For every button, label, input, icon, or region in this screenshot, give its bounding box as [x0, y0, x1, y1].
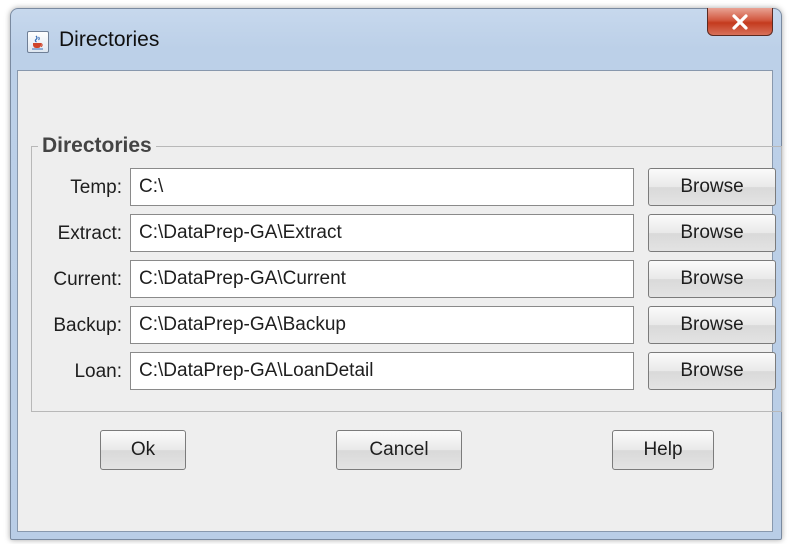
help-button[interactable]: Help: [612, 430, 714, 470]
loan-path-field[interactable]: [130, 352, 634, 390]
backup-path-field[interactable]: [130, 306, 634, 344]
current-browse-button[interactable]: Browse: [648, 260, 776, 298]
window-title: Directories: [59, 28, 160, 51]
title-bar[interactable]: Directories: [11, 9, 781, 71]
temp-browse-button[interactable]: Browse: [648, 168, 776, 206]
backup-label: Backup:: [53, 315, 122, 336]
loan-label: Loan:: [74, 361, 122, 382]
current-label: Current:: [53, 269, 122, 290]
close-icon: [732, 13, 748, 30]
extract-label: Extract:: [57, 223, 122, 244]
cancel-button[interactable]: Cancel: [336, 430, 462, 470]
temp-label: Temp:: [70, 177, 122, 198]
backup-browse-button[interactable]: Browse: [648, 306, 776, 344]
temp-path-field[interactable]: [130, 168, 634, 206]
java-cup-icon[interactable]: [27, 31, 49, 53]
current-path-field[interactable]: [130, 260, 634, 298]
close-button[interactable]: [707, 8, 773, 36]
ok-button[interactable]: Ok: [100, 430, 186, 470]
loan-browse-button[interactable]: Browse: [648, 352, 776, 390]
extract-path-field[interactable]: [130, 214, 634, 252]
extract-browse-button[interactable]: Browse: [648, 214, 776, 252]
group-title: Directories: [38, 134, 156, 158]
